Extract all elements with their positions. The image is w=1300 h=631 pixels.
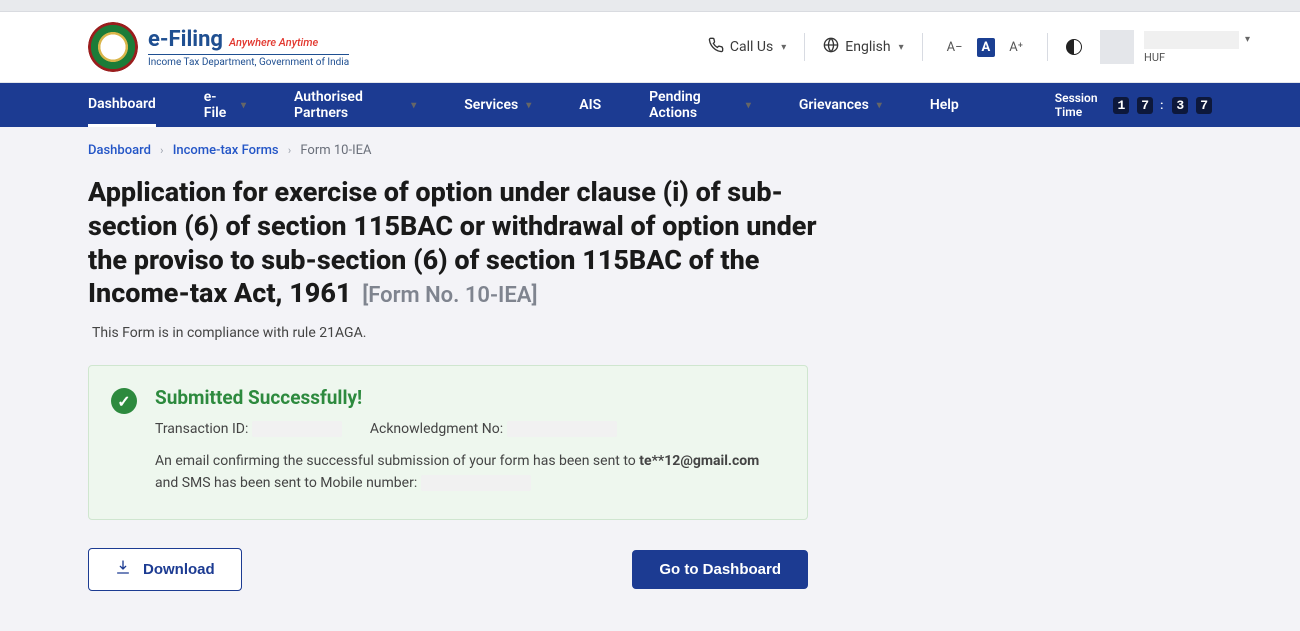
go-to-dashboard-button[interactable]: Go to Dashboard xyxy=(632,550,808,589)
top-strip xyxy=(0,0,1300,12)
crumb-current: Form 10-IEA xyxy=(300,143,371,158)
msg-part: An email confirming the successful submi… xyxy=(155,453,639,469)
mobile-redacted xyxy=(421,475,531,491)
nav-dashboard[interactable]: Dashboard xyxy=(88,83,156,127)
ack-value-redacted xyxy=(507,421,617,437)
breadcrumb: Dashboard › Income-tax Forms › Form 10-I… xyxy=(0,127,1300,168)
check-circle-icon: ✓ xyxy=(111,388,137,414)
nav-pending-actions[interactable]: Pending Actions ▾ xyxy=(649,83,751,127)
ack-no-field: Acknowledgment No: xyxy=(370,421,617,437)
nav-authorised-partners[interactable]: Authorised Partners ▾ xyxy=(294,83,416,127)
chevron-down-icon: ▾ xyxy=(746,100,751,111)
brand-block: e-Filing Anywhere Anytime Income Tax Dep… xyxy=(88,22,349,72)
success-title: Submitted Successfully! xyxy=(155,386,785,409)
crumb-dashboard[interactable]: Dashboard xyxy=(88,143,151,158)
main-content: Application for exercise of option under… xyxy=(0,168,1300,631)
action-row: Download Go to Dashboard xyxy=(88,548,808,591)
govt-logo-icon xyxy=(88,22,138,72)
nav-label: AIS xyxy=(579,97,601,113)
contrast-toggle[interactable] xyxy=(1048,29,1100,65)
brand-name: e-Filing xyxy=(148,27,223,52)
nav-ais[interactable]: AIS xyxy=(579,83,601,127)
nav-label: Pending Actions xyxy=(649,89,738,121)
user-menu[interactable]: ▾ HUF xyxy=(1100,30,1250,64)
txn-label: Transaction ID: xyxy=(155,421,248,437)
font-increase[interactable]: A⁺ xyxy=(1003,40,1029,55)
timer-digit: 3 xyxy=(1172,97,1188,114)
nav-label: Help xyxy=(930,97,959,113)
download-icon xyxy=(115,559,131,580)
title-form-number: [Form No. 10-IEA] xyxy=(362,283,537,308)
crumb-sep: › xyxy=(154,144,169,157)
session-label: Session Time xyxy=(1055,91,1106,119)
chevron-down-icon: ▾ xyxy=(411,100,416,111)
globe-icon xyxy=(823,37,839,57)
call-us-label: Call Us xyxy=(730,39,773,55)
nav-help[interactable]: Help xyxy=(930,83,959,127)
contrast-icon xyxy=(1066,39,1082,55)
success-message: An email confirming the successful submi… xyxy=(155,451,785,494)
nav-label: Dashboard xyxy=(88,96,156,112)
download-button[interactable]: Download xyxy=(88,548,242,591)
language-label: English xyxy=(845,39,890,55)
nav-label: Authorised Partners xyxy=(294,89,403,121)
avatar-icon xyxy=(1100,30,1134,64)
call-us-menu[interactable]: Call Us ▾ xyxy=(690,29,804,65)
success-panel: ✓ Submitted Successfully! Transaction ID… xyxy=(88,365,808,520)
main-nav: Dashboard e-File ▾ Authorised Partners ▾ S… xyxy=(0,83,1300,127)
timer-digit: 1 xyxy=(1113,97,1129,114)
language-menu[interactable]: English ▾ xyxy=(805,29,921,65)
chevron-down-icon: ▾ xyxy=(899,42,904,53)
transaction-id-field: Transaction ID: xyxy=(155,421,342,437)
brand-subtitle: Income Tax Department, Government of Ind… xyxy=(148,54,349,68)
confirmation-email: te**12@gmail.com xyxy=(639,453,759,469)
nav-services[interactable]: Services ▾ xyxy=(464,83,531,127)
nav-label: Services xyxy=(464,97,518,113)
user-subtype: HUF xyxy=(1144,51,1250,64)
timer-digit: 7 xyxy=(1196,97,1212,114)
crumb-income-tax-forms[interactable]: Income-tax Forms xyxy=(173,143,279,158)
goto-label: Go to Dashboard xyxy=(659,561,781,578)
chevron-down-icon: ▾ xyxy=(1245,34,1250,45)
chevron-down-icon: ▾ xyxy=(877,100,882,111)
msg-part: and SMS has been sent to Mobile number: xyxy=(155,475,421,491)
phone-icon xyxy=(708,37,724,57)
chevron-down-icon: ▾ xyxy=(526,100,531,111)
session-timer: Session Time 17:37 xyxy=(1055,91,1212,119)
nav-label: Grievances xyxy=(799,97,869,113)
site-header: e-Filing Anywhere Anytime Income Tax Dep… xyxy=(0,12,1300,83)
font-decrease[interactable]: A− xyxy=(941,40,969,55)
page-subtitle: This Form is in compliance with rule 21A… xyxy=(92,325,1212,341)
chevron-down-icon: ▾ xyxy=(781,42,786,53)
nav-label: e-File xyxy=(204,89,233,121)
nav-grievances[interactable]: Grievances ▾ xyxy=(799,83,882,127)
brand-tagline: Anywhere Anytime xyxy=(229,36,318,49)
page-title: Application for exercise of option under… xyxy=(88,176,848,311)
user-name-redacted xyxy=(1144,31,1239,49)
crumb-sep: › xyxy=(282,144,297,157)
font-default[interactable]: A xyxy=(977,38,996,57)
timer-digit: 7 xyxy=(1137,97,1153,114)
txn-value-redacted xyxy=(252,421,342,437)
download-label: Download xyxy=(143,561,215,578)
ack-label: Acknowledgment No: xyxy=(370,421,503,437)
chevron-down-icon: ▾ xyxy=(241,100,246,111)
nav-efile[interactable]: e-File ▾ xyxy=(204,83,246,127)
